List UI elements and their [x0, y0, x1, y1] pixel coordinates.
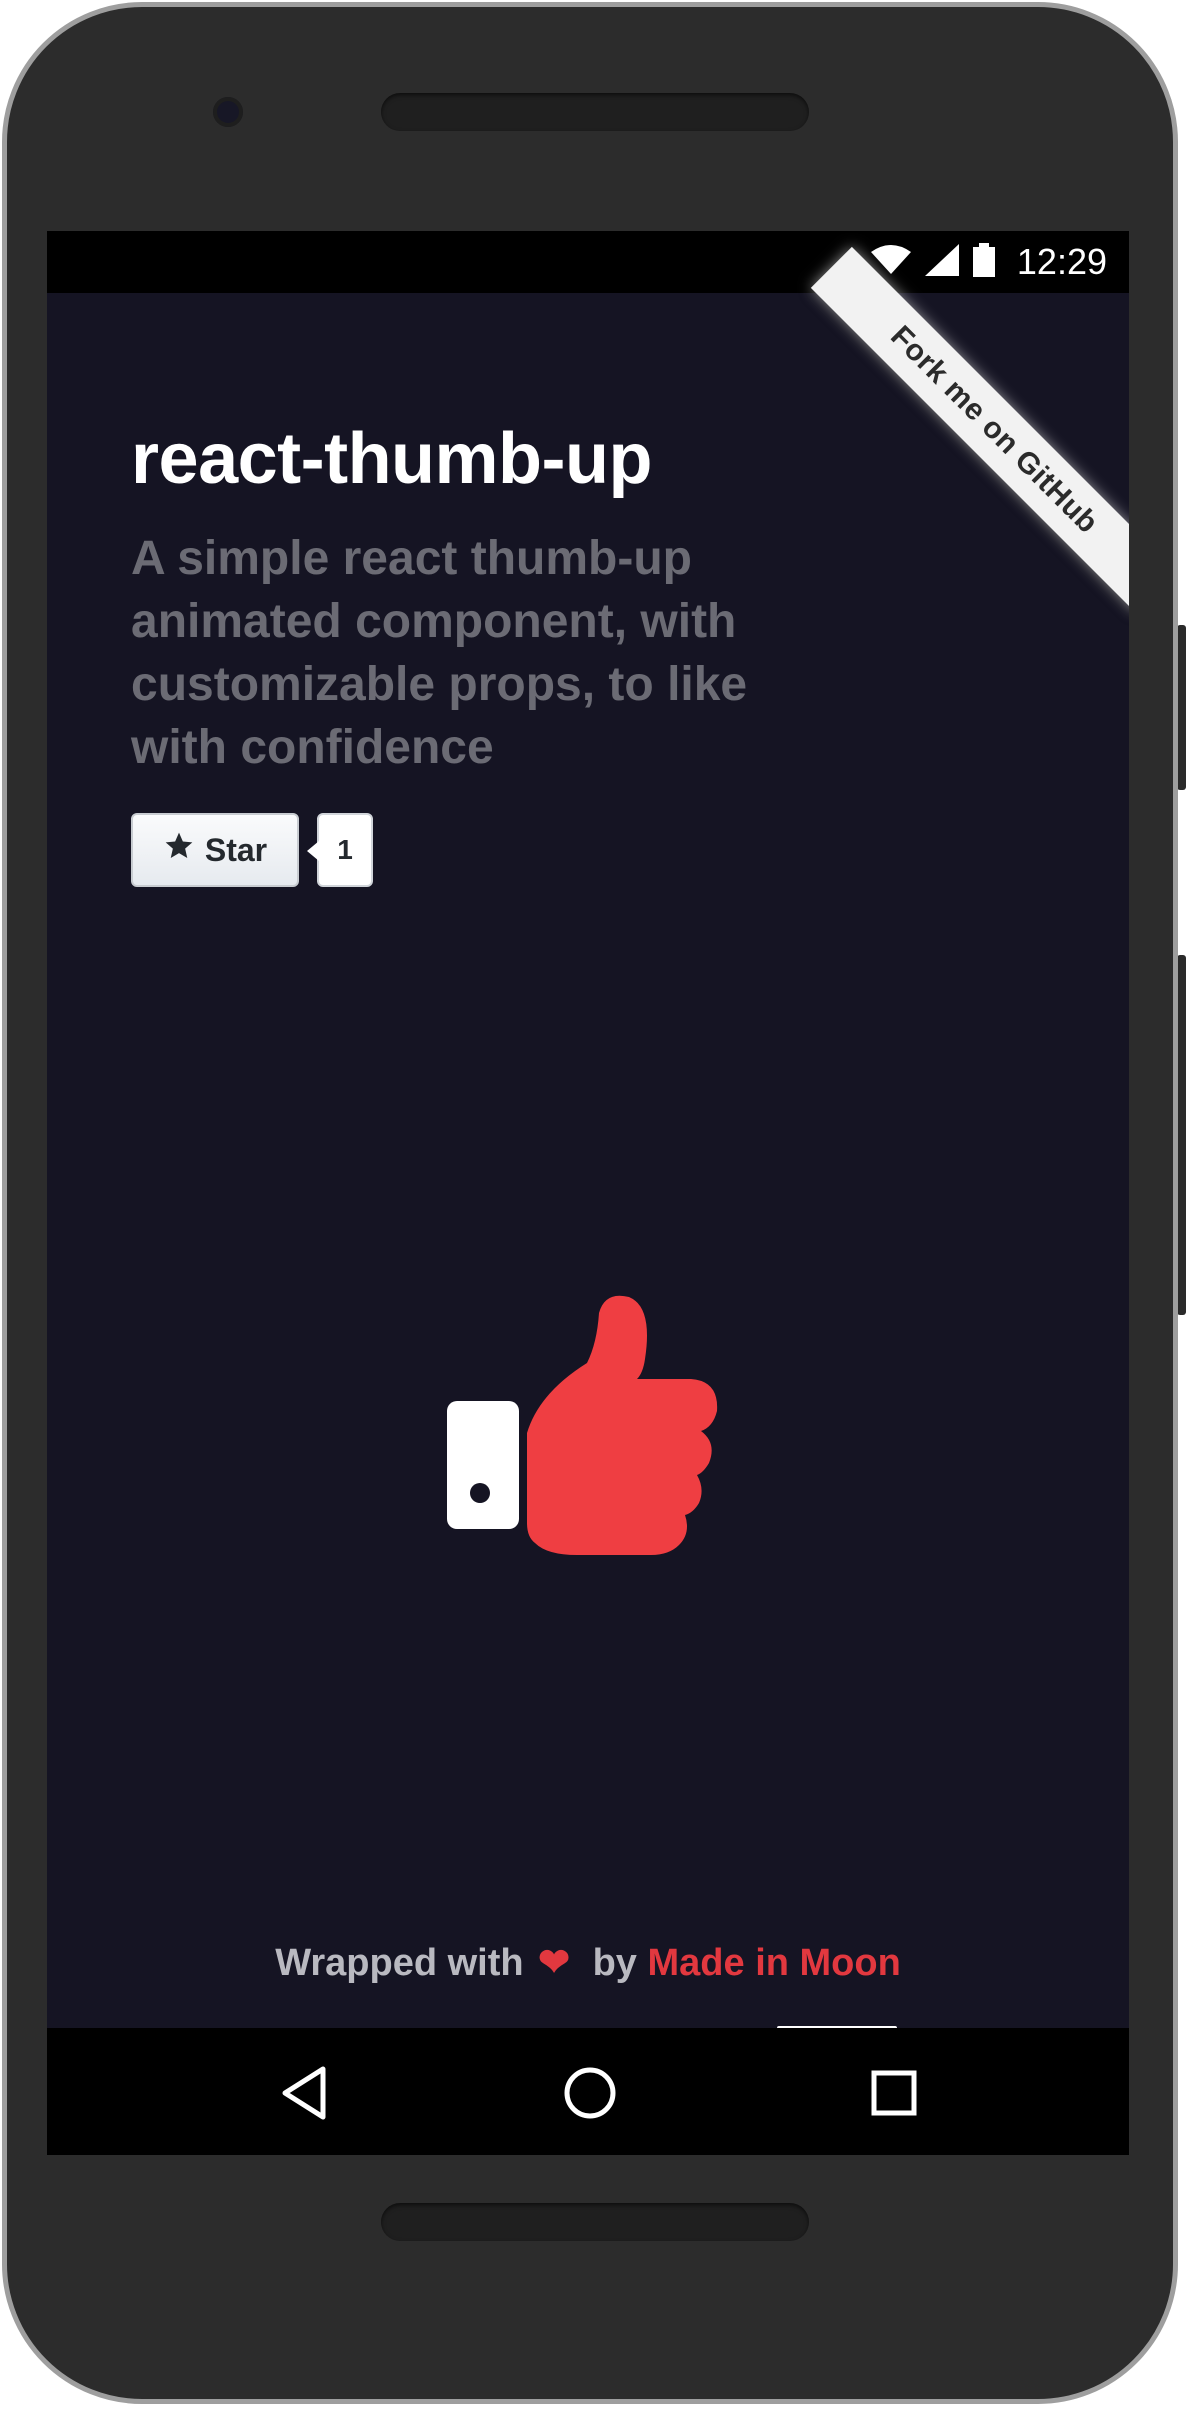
power-button[interactable]: [1177, 955, 1186, 1315]
app-content: react-thumb-up A simple react thumb-up a…: [47, 246, 1129, 2028]
page-subtitle: A simple react thumb-up animated compone…: [131, 532, 748, 774]
star-count-badge[interactable]: 1: [307, 813, 373, 887]
battery-icon: [972, 243, 995, 281]
footer-prefix: Wrapped with: [275, 1942, 524, 1984]
home-icon: [564, 2067, 616, 2119]
page-title: react-thumb-up: [131, 419, 652, 499]
thumb-up-button[interactable]: [447, 1293, 777, 1563]
volume-button[interactable]: [1177, 625, 1186, 790]
recent-apps-button[interactable]: [859, 2058, 929, 2128]
screen: 12:29 react-thumb-up A simple react thum…: [47, 231, 1129, 2155]
back-button[interactable]: [269, 2058, 339, 2128]
navigation-bar: [47, 2028, 1129, 2155]
star-label: Star: [204, 831, 268, 868]
footer-by: by: [592, 1942, 637, 1984]
front-camera: [213, 97, 243, 127]
status-bar: 12:29: [47, 231, 1129, 293]
made-in-moon-link[interactable]: Made in Moon: [648, 1942, 901, 1984]
fork-ribbon[interactable]: Fork me on GitHub: [810, 246, 1129, 614]
github-star-button[interactable]: Star: [131, 813, 299, 887]
clock: 12:29: [1016, 241, 1107, 282]
thumb-up-icon: [447, 1295, 718, 1555]
bottom-speaker: [381, 2203, 809, 2241]
heart-icon: ❤: [538, 1942, 571, 1984]
home-button[interactable]: [555, 2058, 625, 2128]
earpiece-speaker: [381, 93, 809, 131]
star-icon: [163, 830, 195, 870]
cell-signal-icon: [924, 244, 959, 280]
recent-apps-icon: [871, 2070, 917, 2116]
back-icon: [282, 2066, 326, 2120]
footer-credit: Wrapped with ❤ by Made in Moon: [47, 1940, 1129, 1985]
